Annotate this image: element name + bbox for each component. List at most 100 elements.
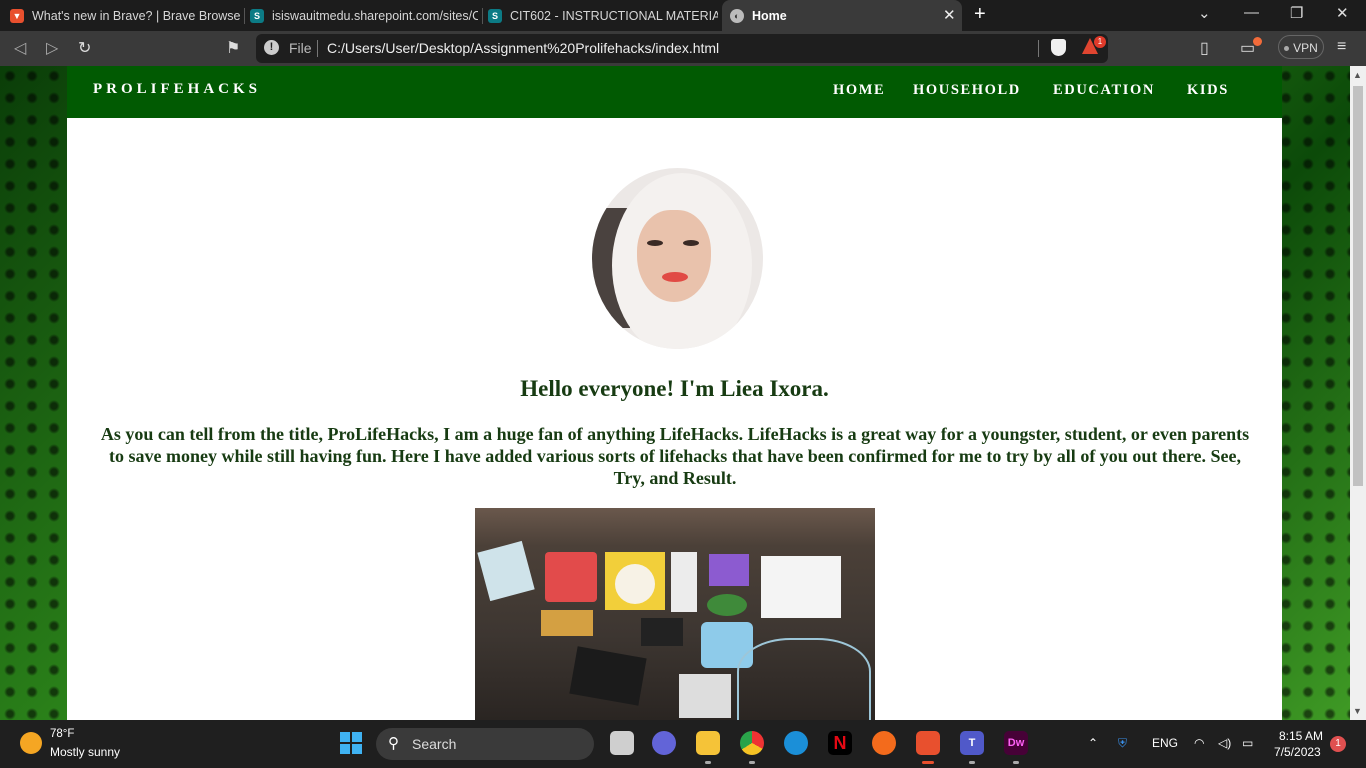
scroll-down-icon[interactable]: ▼ — [1353, 706, 1362, 716]
site-navbar: PROLIFEHACKS HOME HOUSEHOLD EDUCATION KI… — [67, 66, 1282, 118]
search-icon: ⚲ — [388, 735, 399, 752]
minimize-icon[interactable]: — — [1244, 4, 1259, 21]
nav-link-kids[interactable]: KIDS — [1187, 82, 1229, 99]
scroll-up-icon[interactable]: ▲ — [1353, 70, 1362, 80]
tab-separator — [482, 8, 483, 24]
lifehacks-items-photo — [475, 508, 875, 720]
avatar-face — [637, 210, 711, 302]
battery-icon[interactable]: ▭ — [1242, 736, 1253, 750]
nav-link-home[interactable]: HOME — [833, 82, 885, 99]
tab-separator — [244, 8, 245, 24]
weather-description[interactable]: Mostly sunny — [50, 745, 120, 759]
clock-date[interactable]: 7/5/2023 — [1274, 745, 1321, 759]
vpn-button[interactable]: VPN — [1278, 35, 1324, 59]
new-tab-icon[interactable]: + — [974, 3, 986, 26]
browser-toolbar: ◁ ▷ ↻ ⚑ ! File C:/Users/User/Desktop/Ass… — [0, 31, 1366, 66]
security-shield-icon[interactable]: ⛨ — [1118, 736, 1127, 751]
dreamweaver-icon[interactable]: Dw — [1004, 731, 1028, 755]
back-icon[interactable]: ◁ — [14, 38, 26, 58]
brave-icon[interactable] — [916, 731, 940, 755]
close-tab-icon[interactable]: ✕ — [943, 6, 956, 24]
search-label: Search — [412, 736, 457, 752]
tab-title: What's new in Brave? | Brave Browser — [32, 8, 240, 23]
nav-link-household[interactable]: HOUSEHOLD — [913, 82, 1021, 99]
vpn-label: VPN — [1293, 41, 1318, 55]
app-indicator — [749, 761, 755, 764]
bookmark-icon[interactable]: ⚑ — [226, 38, 240, 58]
tab-title: CIT602 - INSTRUCTIONAL MATERIAL D — [510, 8, 718, 23]
clock-time[interactable]: 8:15 AM — [1279, 729, 1323, 743]
scrollbar-thumb[interactable] — [1353, 86, 1363, 486]
tab-home[interactable]: ◐ Home — [722, 0, 962, 31]
avatar-lips — [662, 272, 688, 282]
photo-item — [737, 638, 871, 720]
restore-icon[interactable]: ❐ — [1290, 4, 1303, 22]
taskbar-search[interactable]: ⚲ Search — [376, 728, 594, 760]
teams-chat-icon[interactable] — [652, 731, 676, 755]
wallet-badge — [1253, 37, 1262, 46]
tab-brave-whats-new[interactable]: ▼ What's new in Brave? | Brave Browser — [10, 0, 240, 31]
info-icon[interactable]: ! — [264, 40, 279, 55]
profile-photo — [592, 168, 763, 349]
photo-item — [671, 552, 697, 612]
nav-link-education[interactable]: EDUCATION — [1053, 82, 1155, 99]
photo-item — [709, 554, 749, 586]
tab-cit602[interactable]: S CIT602 - INSTRUCTIONAL MATERIAL D — [488, 0, 718, 31]
photo-item — [641, 618, 683, 646]
brave-lion-icon: ▼ — [10, 8, 24, 23]
language-indicator[interactable]: ENG — [1152, 736, 1178, 750]
menu-icon[interactable]: ≡ — [1337, 38, 1346, 56]
vpn-status-dot — [1284, 46, 1290, 52]
edge-icon[interactable] — [784, 731, 808, 755]
avatar-eye — [647, 240, 663, 246]
weather-temperature[interactable]: 78°F — [50, 728, 74, 740]
weather-sun-icon[interactable] — [20, 732, 42, 754]
photo-item — [477, 540, 535, 602]
volume-icon[interactable]: ◁) — [1218, 736, 1231, 750]
sharepoint-icon: S — [250, 8, 264, 23]
notification-badge[interactable]: 1 — [1330, 736, 1346, 752]
globe-icon: ◐ — [730, 8, 744, 23]
tab-title: isiswauitmedu.sharepoint.com/sites/CI — [272, 8, 478, 23]
photo-item — [679, 674, 731, 718]
intro-paragraph: As you can tell from the title, ProLifeH… — [100, 424, 1250, 488]
app-indicator-active — [922, 761, 934, 764]
close-window-icon[interactable]: ✕ — [1336, 4, 1349, 22]
photo-item — [707, 594, 747, 616]
photo-item — [545, 552, 597, 602]
netflix-icon[interactable]: N — [828, 731, 852, 755]
site-brand[interactable]: PROLIFEHACKS — [93, 81, 261, 98]
sharepoint-icon: S — [488, 8, 502, 23]
url-scheme-label: File — [289, 40, 312, 56]
url-divider — [1038, 40, 1039, 57]
rewards-badge: 1 — [1094, 36, 1106, 48]
app-indicator — [969, 761, 975, 764]
address-bar[interactable]: ! File C:/Users/User/Desktop/Assignment%… — [256, 34, 1108, 63]
page-content: PROLIFEHACKS HOME HOUSEHOLD EDUCATION KI… — [67, 66, 1282, 720]
photo-item — [615, 564, 655, 604]
sidebar-icon[interactable]: ▯ — [1200, 38, 1209, 58]
photo-item — [761, 556, 841, 618]
tab-sharepoint-sites[interactable]: S isiswauitmedu.sharepoint.com/sites/CI — [250, 0, 478, 31]
page-heading: Hello everyone! I'm Liea Ixora. — [520, 376, 829, 401]
page-scrollbar[interactable]: ▲ ▼ — [1350, 66, 1366, 720]
tab-title: Home — [752, 8, 787, 23]
app-indicator — [705, 761, 711, 764]
forward-icon[interactable]: ▷ — [46, 38, 58, 58]
chrome-icon[interactable] — [740, 731, 764, 755]
file-explorer-icon[interactable] — [696, 731, 720, 755]
show-hidden-icons-chevron[interactable]: ⌃ — [1088, 736, 1098, 750]
url-text[interactable]: C:/Users/User/Desktop/Assignment%20Proli… — [327, 40, 719, 56]
windows-start-icon[interactable] — [340, 732, 362, 754]
app-indicator — [1013, 761, 1019, 764]
browser-tab-bar: ▼ What's new in Brave? | Brave Browser S… — [0, 0, 1366, 31]
url-divider — [317, 40, 318, 57]
task-view-icon[interactable] — [610, 731, 634, 755]
wifi-icon[interactable]: ◠ — [1194, 736, 1204, 750]
firefox-icon[interactable] — [872, 731, 896, 755]
page-viewport: PROLIFEHACKS HOME HOUSEHOLD EDUCATION KI… — [0, 66, 1350, 720]
reload-icon[interactable]: ↻ — [78, 38, 91, 58]
brave-shields-icon[interactable] — [1051, 39, 1066, 56]
tab-search-chevron-icon[interactable]: ⌄ — [1198, 4, 1211, 22]
teams-icon[interactable]: T — [960, 731, 984, 755]
